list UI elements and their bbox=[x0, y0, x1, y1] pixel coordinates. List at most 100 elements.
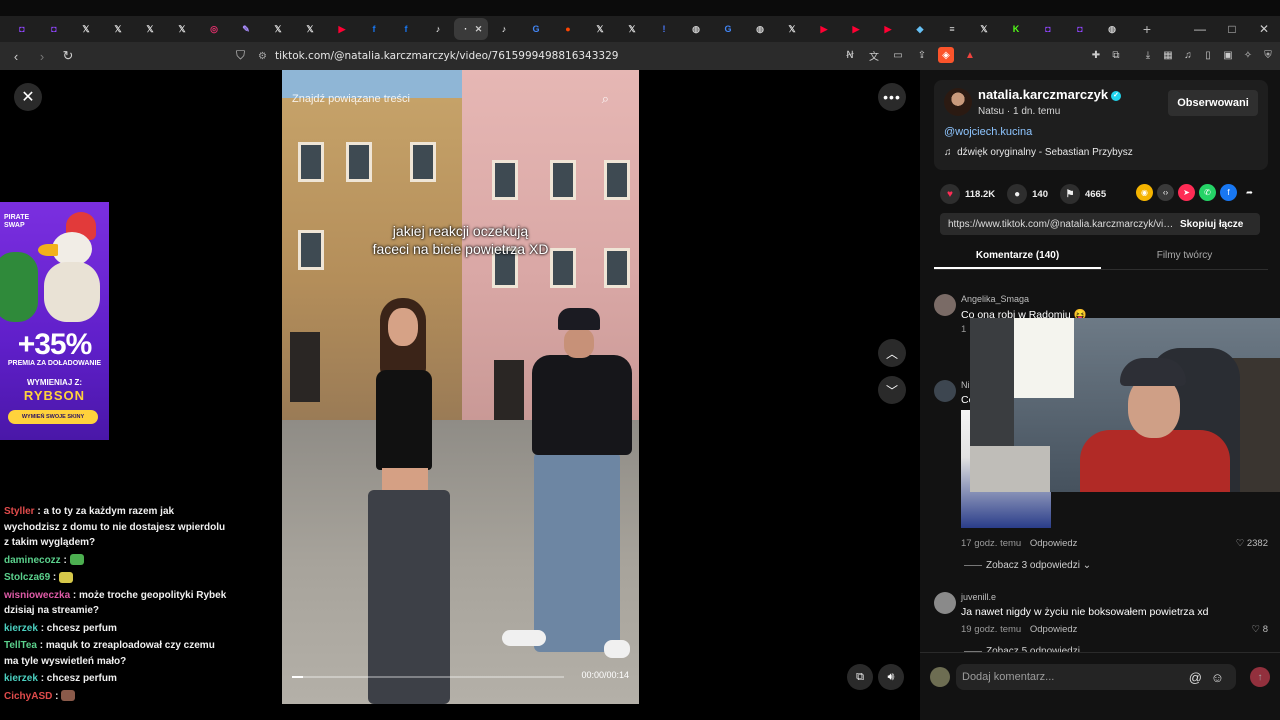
brave-rewards-icon[interactable]: ▲ bbox=[962, 47, 978, 63]
commenter-avatar[interactable] bbox=[934, 592, 956, 614]
browser-tab[interactable]: ◍ bbox=[744, 18, 776, 40]
browser-tab[interactable]: ♪ bbox=[488, 18, 520, 40]
comment-username[interactable]: Ni bbox=[961, 380, 970, 390]
chat-username[interactable]: TellTea bbox=[4, 640, 37, 651]
browser-tab[interactable]: ◍ bbox=[680, 18, 712, 40]
chat-username[interactable]: Styller bbox=[4, 506, 35, 517]
browser-tab[interactable]: G bbox=[712, 18, 744, 40]
tab-comments[interactable]: Komentarze (140) bbox=[934, 246, 1101, 269]
chat-username[interactable]: kierzek bbox=[4, 623, 38, 634]
share-arrow-icon[interactable]: ➦ bbox=[1241, 184, 1258, 201]
translate-icon[interactable]: 文 bbox=[866, 47, 882, 63]
send-button[interactable]: ↑ bbox=[1250, 667, 1270, 687]
comment-likes[interactable]: ♡ 2382 bbox=[1236, 538, 1268, 549]
browser-tab[interactable]: f bbox=[390, 18, 422, 40]
browser-tab[interactable]: 𝕏 bbox=[776, 18, 808, 40]
comment-username[interactable]: juvenill.e bbox=[961, 592, 996, 602]
progress-bar[interactable] bbox=[292, 676, 564, 678]
chat-username[interactable]: Stolcza69 bbox=[4, 572, 50, 583]
sponsor-ad[interactable]: PIRATE SWAP +35% PREMIA ZA DOŁADOWANIE W… bbox=[0, 202, 109, 440]
browser-tab[interactable]: G bbox=[520, 18, 552, 40]
creator-name[interactable]: natalia.karczmarczyk ✓ bbox=[978, 87, 1122, 102]
sidebar-icon[interactable]: ▯ bbox=[1200, 47, 1216, 63]
tab-creator-videos[interactable]: Filmy twórcy bbox=[1101, 246, 1268, 269]
search-icon[interactable]: ⌕ bbox=[602, 91, 609, 107]
browser-tab[interactable]: ◘ bbox=[6, 18, 38, 40]
vpn-icon[interactable]: ⛨ bbox=[1260, 47, 1276, 63]
browser-tab[interactable]: ◘ bbox=[1064, 18, 1096, 40]
send-icon[interactable]: ➤ bbox=[1178, 184, 1195, 201]
new-tab-button[interactable]: + bbox=[1136, 21, 1158, 37]
following-button[interactable]: Obserwowani bbox=[1168, 90, 1258, 116]
browser-tab[interactable]: ◍ bbox=[1096, 18, 1128, 40]
media-icon[interactable]: ♫ bbox=[1180, 47, 1196, 63]
video-link[interactable]: https://www.tiktok.com/@natalia.karczmar… bbox=[940, 219, 1176, 230]
bookmark-icon[interactable]: ⛉ bbox=[236, 48, 245, 63]
browser-tab[interactable]: 𝕏 bbox=[134, 18, 166, 40]
close-video-button[interactable]: ✕ bbox=[14, 83, 42, 111]
browser-tab[interactable]: 𝕏 bbox=[968, 18, 1000, 40]
browser-tab[interactable]: 𝕏 bbox=[102, 18, 134, 40]
facebook-icon[interactable]: f bbox=[1220, 184, 1237, 201]
reply-button[interactable]: Odpowiedz bbox=[1030, 624, 1078, 635]
browser-tab[interactable]: ▶ bbox=[872, 18, 904, 40]
coin-icon[interactable]: ◉ bbox=[1136, 184, 1153, 201]
ad-cta-button[interactable]: WYMIEŃ SWOJE SKINY bbox=[8, 410, 98, 424]
video-player[interactable]: Znajdź powiązane treści ⌕ jakiej reakcji… bbox=[282, 70, 639, 704]
emoji-icon[interactable]: ☺ bbox=[1211, 670, 1224, 685]
screen-icon[interactable]: ▭ bbox=[890, 47, 906, 63]
brave-shield-icon[interactable]: ◈ bbox=[938, 47, 954, 63]
sound-link[interactable]: ♫ dźwięk oryginalny - Sebastian Przybysz bbox=[944, 147, 1133, 158]
forward-icon[interactable]: › bbox=[32, 49, 52, 64]
browser-tab[interactable]: 𝕏 bbox=[584, 18, 616, 40]
browser-tab[interactable]: f bbox=[358, 18, 390, 40]
comment-username[interactable]: Angelika_Smaga bbox=[961, 294, 1029, 304]
leo-icon[interactable]: ✧ bbox=[1240, 47, 1256, 63]
chat-username[interactable]: kierzek bbox=[4, 673, 38, 684]
comment-input[interactable]: Dodaj komentarz... @ ☺ bbox=[956, 664, 1236, 690]
browser-tab[interactable]: ▶ bbox=[808, 18, 840, 40]
like-button[interactable]: ♥ 118.2K bbox=[940, 184, 995, 204]
next-video-button[interactable]: ﹀ bbox=[878, 376, 906, 404]
chat-username[interactable]: daminecozz bbox=[4, 555, 61, 566]
minimize-button[interactable]: — bbox=[1184, 16, 1216, 42]
browser-tab[interactable]: ◘ bbox=[38, 18, 70, 40]
creator-avatar[interactable] bbox=[944, 88, 972, 116]
previous-video-button[interactable]: ︿ bbox=[878, 339, 906, 367]
comment-likes[interactable]: ♡ 8 bbox=[1252, 624, 1268, 635]
comment-button[interactable]: ● 140 bbox=[1007, 184, 1048, 204]
site-info-icon[interactable]: ⚙ bbox=[258, 51, 267, 62]
close-window-button[interactable]: ✕ bbox=[1248, 16, 1280, 42]
related-search[interactable]: Znajdź powiązane treści ⌕ bbox=[292, 88, 627, 110]
copy-link-button[interactable]: Skopiuj łącze bbox=[1176, 219, 1243, 230]
chat-username[interactable]: wisnioweczka bbox=[4, 590, 70, 601]
browser-tab[interactable]: ! bbox=[648, 18, 680, 40]
browser-tab[interactable]: ◎ bbox=[198, 18, 230, 40]
browser-tab[interactable]: ≡ bbox=[936, 18, 968, 40]
reload-icon[interactable]: ↻ bbox=[58, 48, 78, 64]
extensions-icon[interactable]: ✚ bbox=[1088, 47, 1104, 63]
browser-tab[interactable]: ◘ bbox=[1032, 18, 1064, 40]
browser-tab[interactable]: 𝕏 bbox=[616, 18, 648, 40]
view-replies-button[interactable]: Zobacz 3 odpowiedzi ⌄ bbox=[964, 560, 1091, 571]
commenter-avatar[interactable] bbox=[934, 294, 956, 316]
embed-icon[interactable]: ‹› bbox=[1157, 184, 1174, 201]
more-options-button[interactable]: ••• bbox=[878, 83, 906, 111]
browser-tab[interactable]: K bbox=[1000, 18, 1032, 40]
whatsapp-icon[interactable]: ✆ bbox=[1199, 184, 1216, 201]
close-tab-icon[interactable]: ✕ bbox=[475, 24, 483, 35]
save-button[interactable]: ⚑ 4665 bbox=[1059, 184, 1106, 204]
wallet-icon[interactable]: ▣ bbox=[1220, 47, 1236, 63]
mention-link[interactable]: @wojciech.kucina bbox=[944, 126, 1032, 138]
browser-tab[interactable]: ▶ bbox=[326, 18, 358, 40]
reply-button[interactable]: Odpowiedz bbox=[1030, 538, 1078, 549]
browser-tab[interactable]: · ✕ bbox=[454, 18, 488, 40]
browser-tab[interactable]: 𝕏 bbox=[294, 18, 326, 40]
share-page-icon[interactable]: ⇪ bbox=[914, 47, 930, 63]
screenshot-icon[interactable]: ⧉ bbox=[1108, 47, 1124, 63]
no-translate-icon[interactable]: Ꞥ bbox=[842, 47, 858, 63]
floating-player-button[interactable]: ⧉ bbox=[847, 664, 873, 690]
browser-tab[interactable]: ● bbox=[552, 18, 584, 40]
browser-tab[interactable]: ▶ bbox=[840, 18, 872, 40]
chat-username[interactable]: CichyASD bbox=[4, 691, 52, 702]
